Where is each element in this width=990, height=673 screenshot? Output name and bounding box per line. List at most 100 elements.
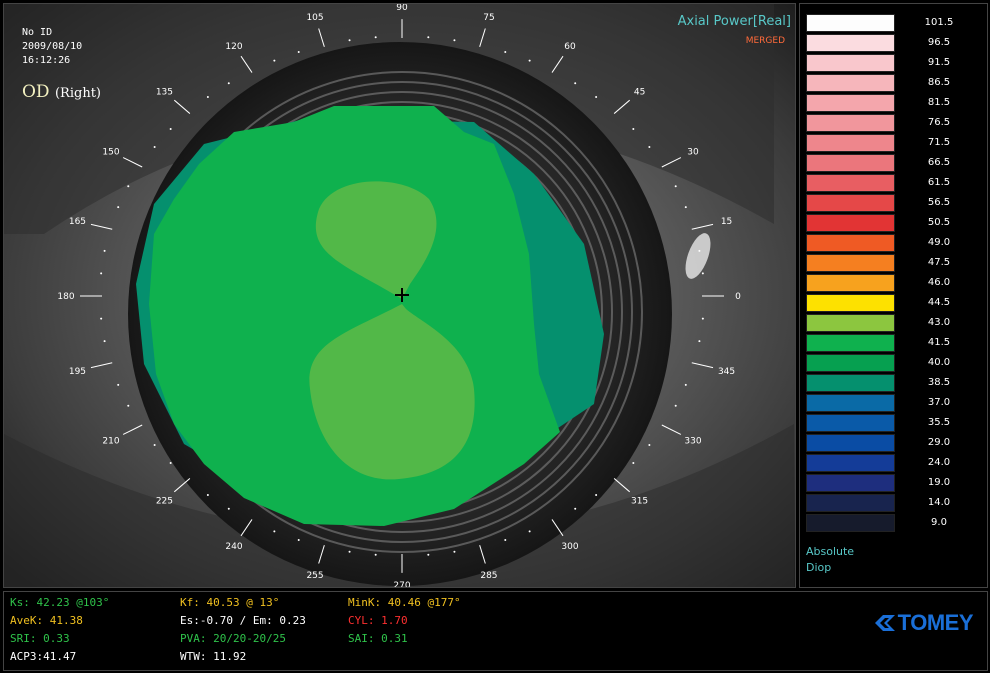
topography-map-view[interactable]: 0 15 30 45 60 75 90 105 120 135 150 165 180 195 210 225… xyxy=(3,3,796,588)
scale-swatch xyxy=(806,474,895,492)
scale-swatch xyxy=(806,134,895,152)
degree-label: 135 xyxy=(156,88,173,98)
scale-swatch xyxy=(806,154,895,172)
degree-label: 150 xyxy=(102,148,119,158)
scale-value: 86.5 xyxy=(927,77,951,88)
scale-value: 14.0 xyxy=(927,497,951,508)
degree-dot xyxy=(127,404,130,407)
degree-dot xyxy=(169,461,172,464)
scale-value: 56.5 xyxy=(927,197,951,208)
degree-dot xyxy=(169,128,172,131)
color-scale-panel: 101.5 96.5 91.5 86.5 81.5 76.5 71.5 66.5 61.5 56.… xyxy=(799,3,988,588)
degree-label: 0 xyxy=(735,292,741,302)
scale-swatch xyxy=(806,374,895,392)
scale-value: 71.5 xyxy=(927,137,951,148)
map-type-title[interactable]: Axial Power[Real] xyxy=(678,14,791,29)
scale-swatch xyxy=(806,354,895,372)
degree-label: 300 xyxy=(561,542,578,552)
ks-value: Ks: 42.23 @103° xyxy=(10,596,110,609)
degree-dot xyxy=(674,404,677,407)
degree-dot xyxy=(453,39,456,42)
degree-dot xyxy=(528,59,531,62)
scale-unit-name: Diop xyxy=(806,561,832,574)
degree-label: 195 xyxy=(69,367,86,377)
degree-dot xyxy=(227,82,230,85)
degree-dot xyxy=(595,493,598,496)
keratometry-info-panel: Ks: 42.23 @103° AveK: 41.38 SRI: 0.33 AC… xyxy=(3,591,988,671)
degree-label: 75 xyxy=(483,13,494,23)
scale-swatch xyxy=(806,454,895,472)
scale-value: 29.0 xyxy=(927,437,951,448)
degree-dot xyxy=(103,340,106,343)
scale-value: 96.5 xyxy=(927,37,951,48)
scale-swatch xyxy=(806,194,895,212)
eye-side-label: OD (Right) xyxy=(22,82,101,102)
scale-swatch xyxy=(806,94,895,112)
scale-value: 37.0 xyxy=(927,397,951,408)
degree-dot xyxy=(206,493,209,496)
degree-dot xyxy=(206,96,209,99)
map-mode-label: MERGED xyxy=(745,36,785,46)
scale-swatch xyxy=(806,274,895,292)
scale-swatch xyxy=(806,414,895,432)
degree-dot xyxy=(648,443,651,446)
degree-label: 180 xyxy=(57,292,74,302)
scale-value: 76.5 xyxy=(927,117,951,128)
scale-value: 38.5 xyxy=(927,377,951,388)
eye-code: OD xyxy=(22,82,50,102)
degree-dot xyxy=(504,50,507,53)
kf-value: Kf: 40.53 @ 13° xyxy=(180,596,280,609)
degree-label: 90 xyxy=(396,4,408,13)
degree-dot xyxy=(374,36,377,39)
scale-value: 61.5 xyxy=(927,177,951,188)
degree-dot xyxy=(698,249,701,252)
scale-value: 46.0 xyxy=(927,277,951,288)
scale-swatch xyxy=(806,294,895,312)
cyl-value: CYL: 1.70 xyxy=(348,614,408,627)
scale-value: 44.5 xyxy=(927,297,951,308)
scale-value: 35.5 xyxy=(927,417,951,428)
scale-value: 66.5 xyxy=(927,157,951,168)
avek-value: AveK: 41.38 xyxy=(10,614,83,627)
scale-swatch xyxy=(806,174,895,192)
brand-logo: TOMEY xyxy=(874,610,974,636)
scale-value: 50.5 xyxy=(927,217,951,228)
degree-dot xyxy=(227,507,230,510)
scale-value: 49.0 xyxy=(927,237,951,248)
brand-name: TOMEY xyxy=(897,610,974,635)
scale-value: 101.5 xyxy=(924,17,954,28)
sri-value: SRI: 0.33 xyxy=(10,632,70,645)
degree-label: 255 xyxy=(306,571,323,581)
degree-dot xyxy=(153,443,156,446)
degree-dot xyxy=(701,317,704,320)
scale-value: 41.5 xyxy=(927,337,951,348)
scale-value: 81.5 xyxy=(927,97,951,108)
mink-value: MinK: 40.46 @177° xyxy=(348,596,461,609)
degree-dot xyxy=(100,317,103,320)
scale-swatch xyxy=(806,34,895,52)
tomey-logo-icon xyxy=(874,615,895,631)
degree-dot xyxy=(684,383,687,386)
degree-dot xyxy=(648,146,651,149)
degree-dot xyxy=(632,128,635,131)
degree-label: 285 xyxy=(480,571,497,581)
es-em-value: Es:-0.70 / Em: 0.23 xyxy=(180,614,306,627)
scale-unit-type: Absolute xyxy=(806,545,855,558)
degree-dot xyxy=(100,272,103,275)
degree-dot xyxy=(153,146,156,149)
degree-dot xyxy=(374,553,377,556)
degree-dot xyxy=(117,206,120,209)
scale-swatch xyxy=(806,334,895,352)
scale-swatch xyxy=(806,74,895,92)
degree-label: 120 xyxy=(225,42,242,52)
degree-label: 330 xyxy=(684,436,701,446)
degree-dot xyxy=(427,553,430,556)
degree-label: 45 xyxy=(634,88,645,98)
exam-date: 2009/08/10 xyxy=(22,41,83,52)
degree-label: 315 xyxy=(631,496,648,506)
scale-swatch xyxy=(806,54,895,72)
scale-value: 47.5 xyxy=(927,257,951,268)
scale-swatch xyxy=(806,234,895,252)
pva-value: PVA: 20/20-20/25 xyxy=(180,632,286,645)
scale-value: 19.0 xyxy=(927,477,951,488)
